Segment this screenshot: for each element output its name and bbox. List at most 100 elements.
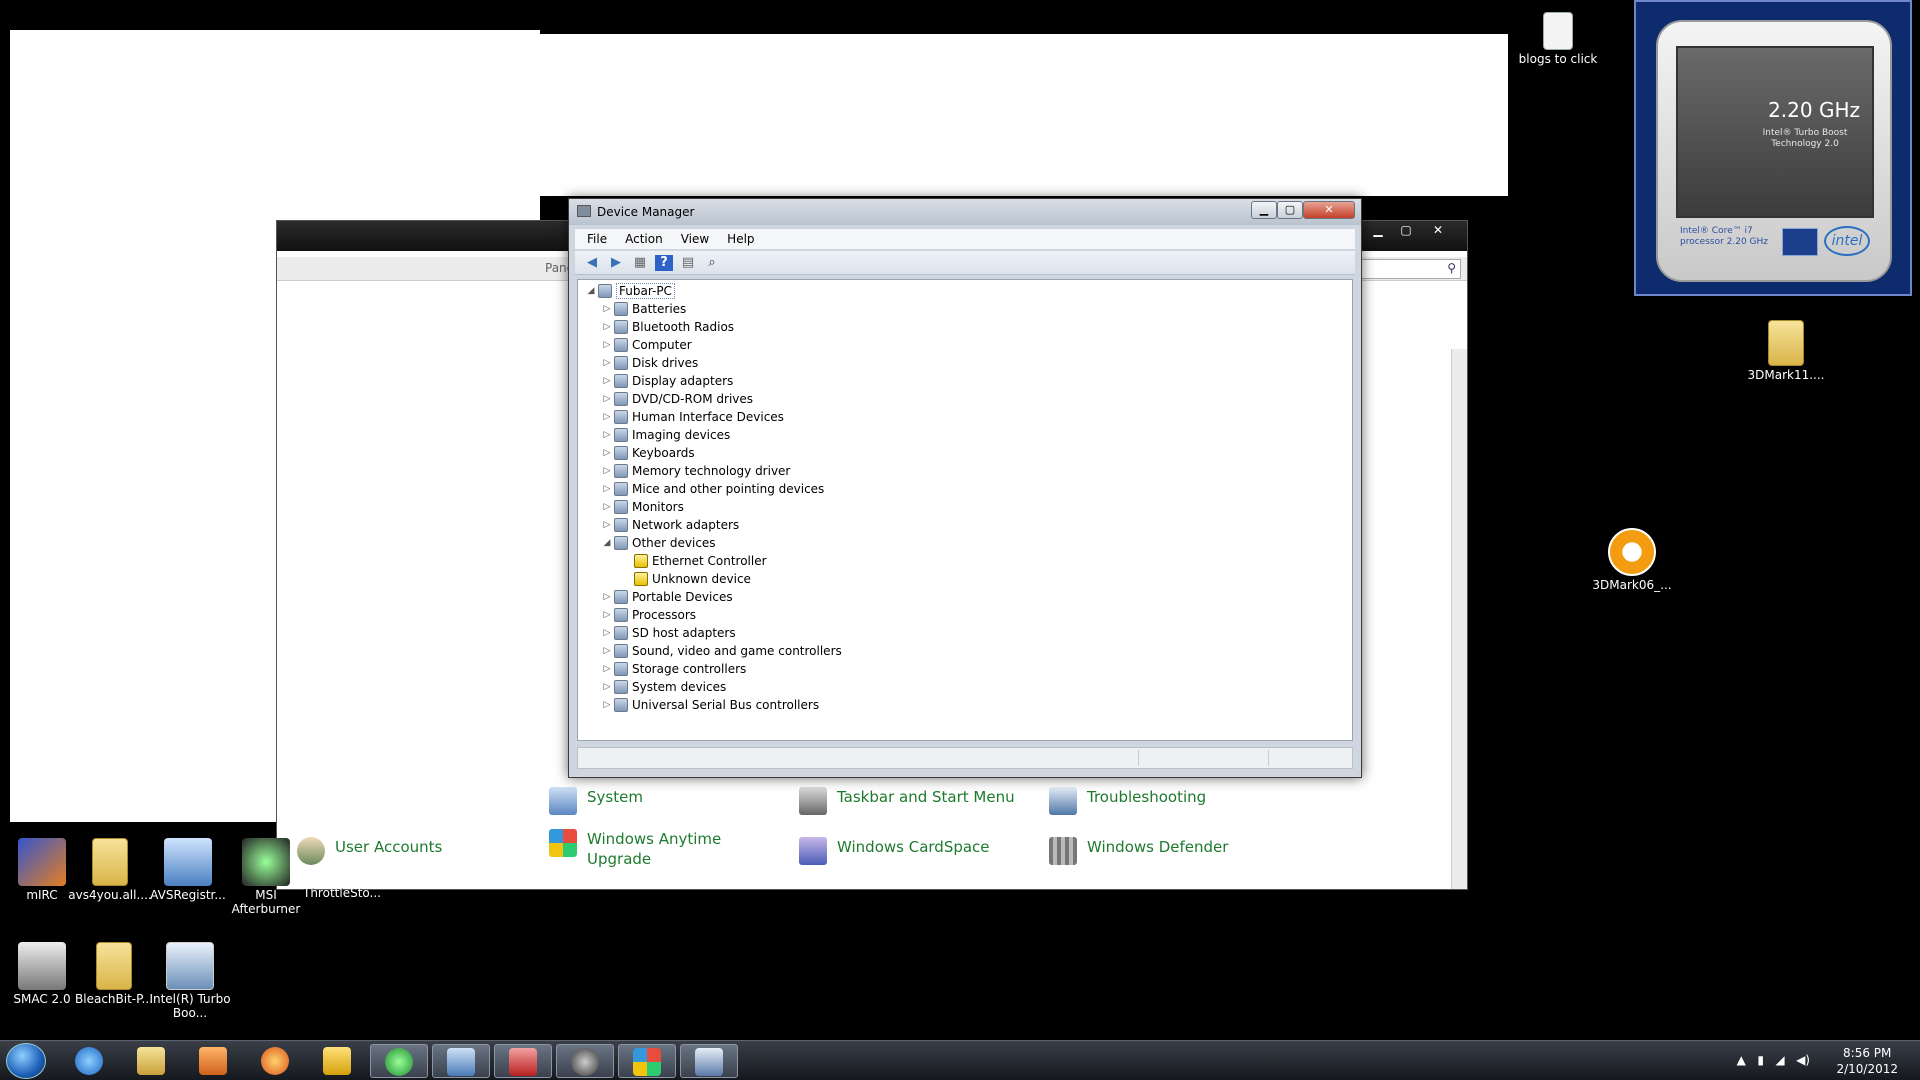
taskbar-firefox[interactable] <box>246 1044 304 1078</box>
close-button[interactable]: ✕ <box>1423 221 1453 239</box>
view-icon[interactable]: ▤ <box>679 255 697 271</box>
expand-icon[interactable]: ▷ <box>602 484 612 494</box>
menu-action[interactable]: Action <box>617 232 671 246</box>
device-manager-window[interactable]: Device Manager ▁ ▢ ✕ File Action View He… <box>568 198 1362 778</box>
menu-view[interactable]: View <box>673 232 717 246</box>
collapse-icon[interactable]: ◢ <box>586 286 596 296</box>
device-manager-titlebar[interactable]: Device Manager ▁ ▢ ✕ <box>569 199 1361 225</box>
tree-category[interactable]: ▷ SD host adapters <box>602 624 736 642</box>
taskbar-utorrent[interactable] <box>370 1044 428 1078</box>
signal-icon[interactable]: ◢ <box>1775 1053 1784 1067</box>
desktop-icon-bleachbit[interactable]: BleachBit-P... <box>72 942 156 1006</box>
maximize-button[interactable]: ▢ <box>1395 221 1417 239</box>
tree-category[interactable]: ▷ Network adapters <box>602 516 739 534</box>
expand-icon[interactable]: ▷ <box>602 502 612 512</box>
cp-item-anytime-upgrade[interactable]: Windows Anytime Upgrade <box>549 829 749 869</box>
cp-item-cardspace[interactable]: Windows CardSpace <box>799 837 990 865</box>
tree-category[interactable]: ◢ Other devices <box>602 534 716 552</box>
tree-category[interactable]: ▷ Keyboards <box>602 444 695 462</box>
desktop-icon-avsregistr[interactable]: AVSRegistr... <box>146 838 230 902</box>
desktop-icon-msi-afterburner[interactable]: MSI Afterburner <box>224 838 308 916</box>
forward-arrow-icon[interactable]: ▶ <box>607 255 625 271</box>
minimize-button[interactable]: ▁ <box>1367 221 1389 239</box>
tree-category[interactable]: ▷ DVD/CD-ROM drives <box>602 390 753 408</box>
search-input[interactable]: ⚲ <box>1361 259 1461 279</box>
tree-category[interactable]: ▷ Batteries <box>602 300 686 318</box>
start-button[interactable] <box>6 1043 46 1079</box>
clock[interactable]: 8:56 PM 2/10/2012 <box>1836 1045 1898 1077</box>
taskbar-windows-app[interactable] <box>618 1044 676 1078</box>
tree-category[interactable]: ▷ Human Interface Devices <box>602 408 784 426</box>
show-hidden-icons-icon[interactable]: ▲ <box>1737 1053 1746 1067</box>
expand-icon[interactable]: ▷ <box>602 448 612 458</box>
scrollbar[interactable] <box>1451 349 1467 889</box>
taskbar-toolbox[interactable] <box>494 1044 552 1078</box>
tree-category[interactable]: ▷ Disk drives <box>602 354 698 372</box>
expand-icon[interactable]: ▷ <box>602 376 612 386</box>
desktop-icon-intel-turbo[interactable]: Intel(R) Turbo Boo... <box>148 942 232 1020</box>
tree-child-item[interactable]: Ethernet Controller <box>622 552 767 570</box>
expand-icon[interactable]: ▷ <box>602 628 612 638</box>
expand-icon[interactable]: ▷ <box>602 394 612 404</box>
expand-icon[interactable]: ▷ <box>602 412 612 422</box>
taskbar-explorer[interactable] <box>122 1044 180 1078</box>
tree-category[interactable]: ▷ Sound, video and game controllers <box>602 642 842 660</box>
tree-category[interactable]: ▷ Display adapters <box>602 372 733 390</box>
tree-category[interactable]: ▷ Computer <box>602 336 692 354</box>
desktop-icon-3dmark06[interactable]: 3DMark06_... <box>1590 528 1674 592</box>
network-icon[interactable]: ▮ <box>1757 1053 1764 1067</box>
tree-category[interactable]: ▷ Universal Serial Bus controllers <box>602 696 819 714</box>
expand-icon[interactable]: ▷ <box>602 700 612 710</box>
back-arrow-icon[interactable]: ◀ <box>583 255 601 271</box>
cp-item-taskbar[interactable]: Taskbar and Start Menu <box>799 787 1015 815</box>
desktop-icon-avs4you[interactable]: avs4you.all.... <box>68 838 152 902</box>
tree-category[interactable]: ▷ Imaging devices <box>602 426 730 444</box>
expand-icon[interactable]: ▷ <box>602 664 612 674</box>
desktop-icon-blogs[interactable]: blogs to click <box>1516 12 1600 66</box>
taskbar-steam[interactable] <box>556 1044 614 1078</box>
expand-icon[interactable]: ▷ <box>602 520 612 530</box>
device-tree[interactable]: ◢ Fubar-PC ▷ Batteries ▷ Bluetooth Radios ▷ C… <box>577 279 1353 741</box>
expand-icon[interactable]: ▷ <box>602 682 612 692</box>
tree-category[interactable]: ▷ Mice and other pointing devices <box>602 480 824 498</box>
desktop-icon-throttlestop[interactable]: ThrottleSto... <box>300 886 384 900</box>
taskbar-media-player[interactable] <box>184 1044 242 1078</box>
turbo-boost-gadget[interactable]: 2.20 GHz Intel® Turbo Boost Technology 2… <box>1634 0 1912 296</box>
tree-category[interactable]: ▷ System devices <box>602 678 726 696</box>
cp-item-troubleshooting[interactable]: Troubleshooting <box>1049 787 1206 815</box>
expand-icon[interactable]: ▷ <box>602 304 612 314</box>
expand-icon[interactable]: ▷ <box>602 466 612 476</box>
expand-icon[interactable]: ▷ <box>602 610 612 620</box>
tree-category[interactable]: ▷ Storage controllers <box>602 660 746 678</box>
close-button[interactable]: ✕ <box>1303 201 1355 219</box>
tree-category[interactable]: ▷ Bluetooth Radios <box>602 318 734 336</box>
tree-child-item[interactable]: Unknown device <box>622 570 751 588</box>
expand-icon[interactable]: ▷ <box>602 430 612 440</box>
properties-icon[interactable]: ▦ <box>631 255 649 271</box>
volume-icon[interactable]: ◀) <box>1796 1053 1810 1067</box>
scan-hardware-icon[interactable]: ⌕ <box>703 255 721 271</box>
taskbar-app[interactable] <box>308 1044 366 1078</box>
expand-icon[interactable]: ▷ <box>602 322 612 332</box>
taskbar-ie[interactable] <box>60 1044 118 1078</box>
tree-category[interactable]: ▷ Portable Devices <box>602 588 733 606</box>
tree-category[interactable]: ▷ Memory technology driver <box>602 462 790 480</box>
tree-category[interactable]: ▷ Processors <box>602 606 696 624</box>
cp-item-user-accounts[interactable]: User Accounts <box>297 837 442 865</box>
cp-item-defender[interactable]: Windows Defender <box>1049 837 1228 865</box>
maximize-button[interactable]: ▢ <box>1277 201 1303 219</box>
tree-root[interactable]: ◢ Fubar-PC <box>586 282 675 300</box>
collapse-icon[interactable]: ◢ <box>602 538 612 548</box>
desktop-icon-3dmark11[interactable]: 3DMark11.... <box>1744 320 1828 382</box>
tree-category[interactable]: ▷ Monitors <box>602 498 684 516</box>
cp-item-system[interactable]: System <box>549 787 643 815</box>
expand-icon[interactable]: ▷ <box>602 592 612 602</box>
taskbar-device-manager[interactable] <box>680 1044 738 1078</box>
minimize-button[interactable]: ▁ <box>1251 201 1277 219</box>
menu-help[interactable]: Help <box>719 232 762 246</box>
expand-icon[interactable]: ▷ <box>602 340 612 350</box>
help-icon[interactable]: ? <box>655 254 673 271</box>
taskbar-control-panel[interactable] <box>432 1044 490 1078</box>
menu-file[interactable]: File <box>579 232 615 246</box>
expand-icon[interactable]: ▷ <box>602 358 612 368</box>
